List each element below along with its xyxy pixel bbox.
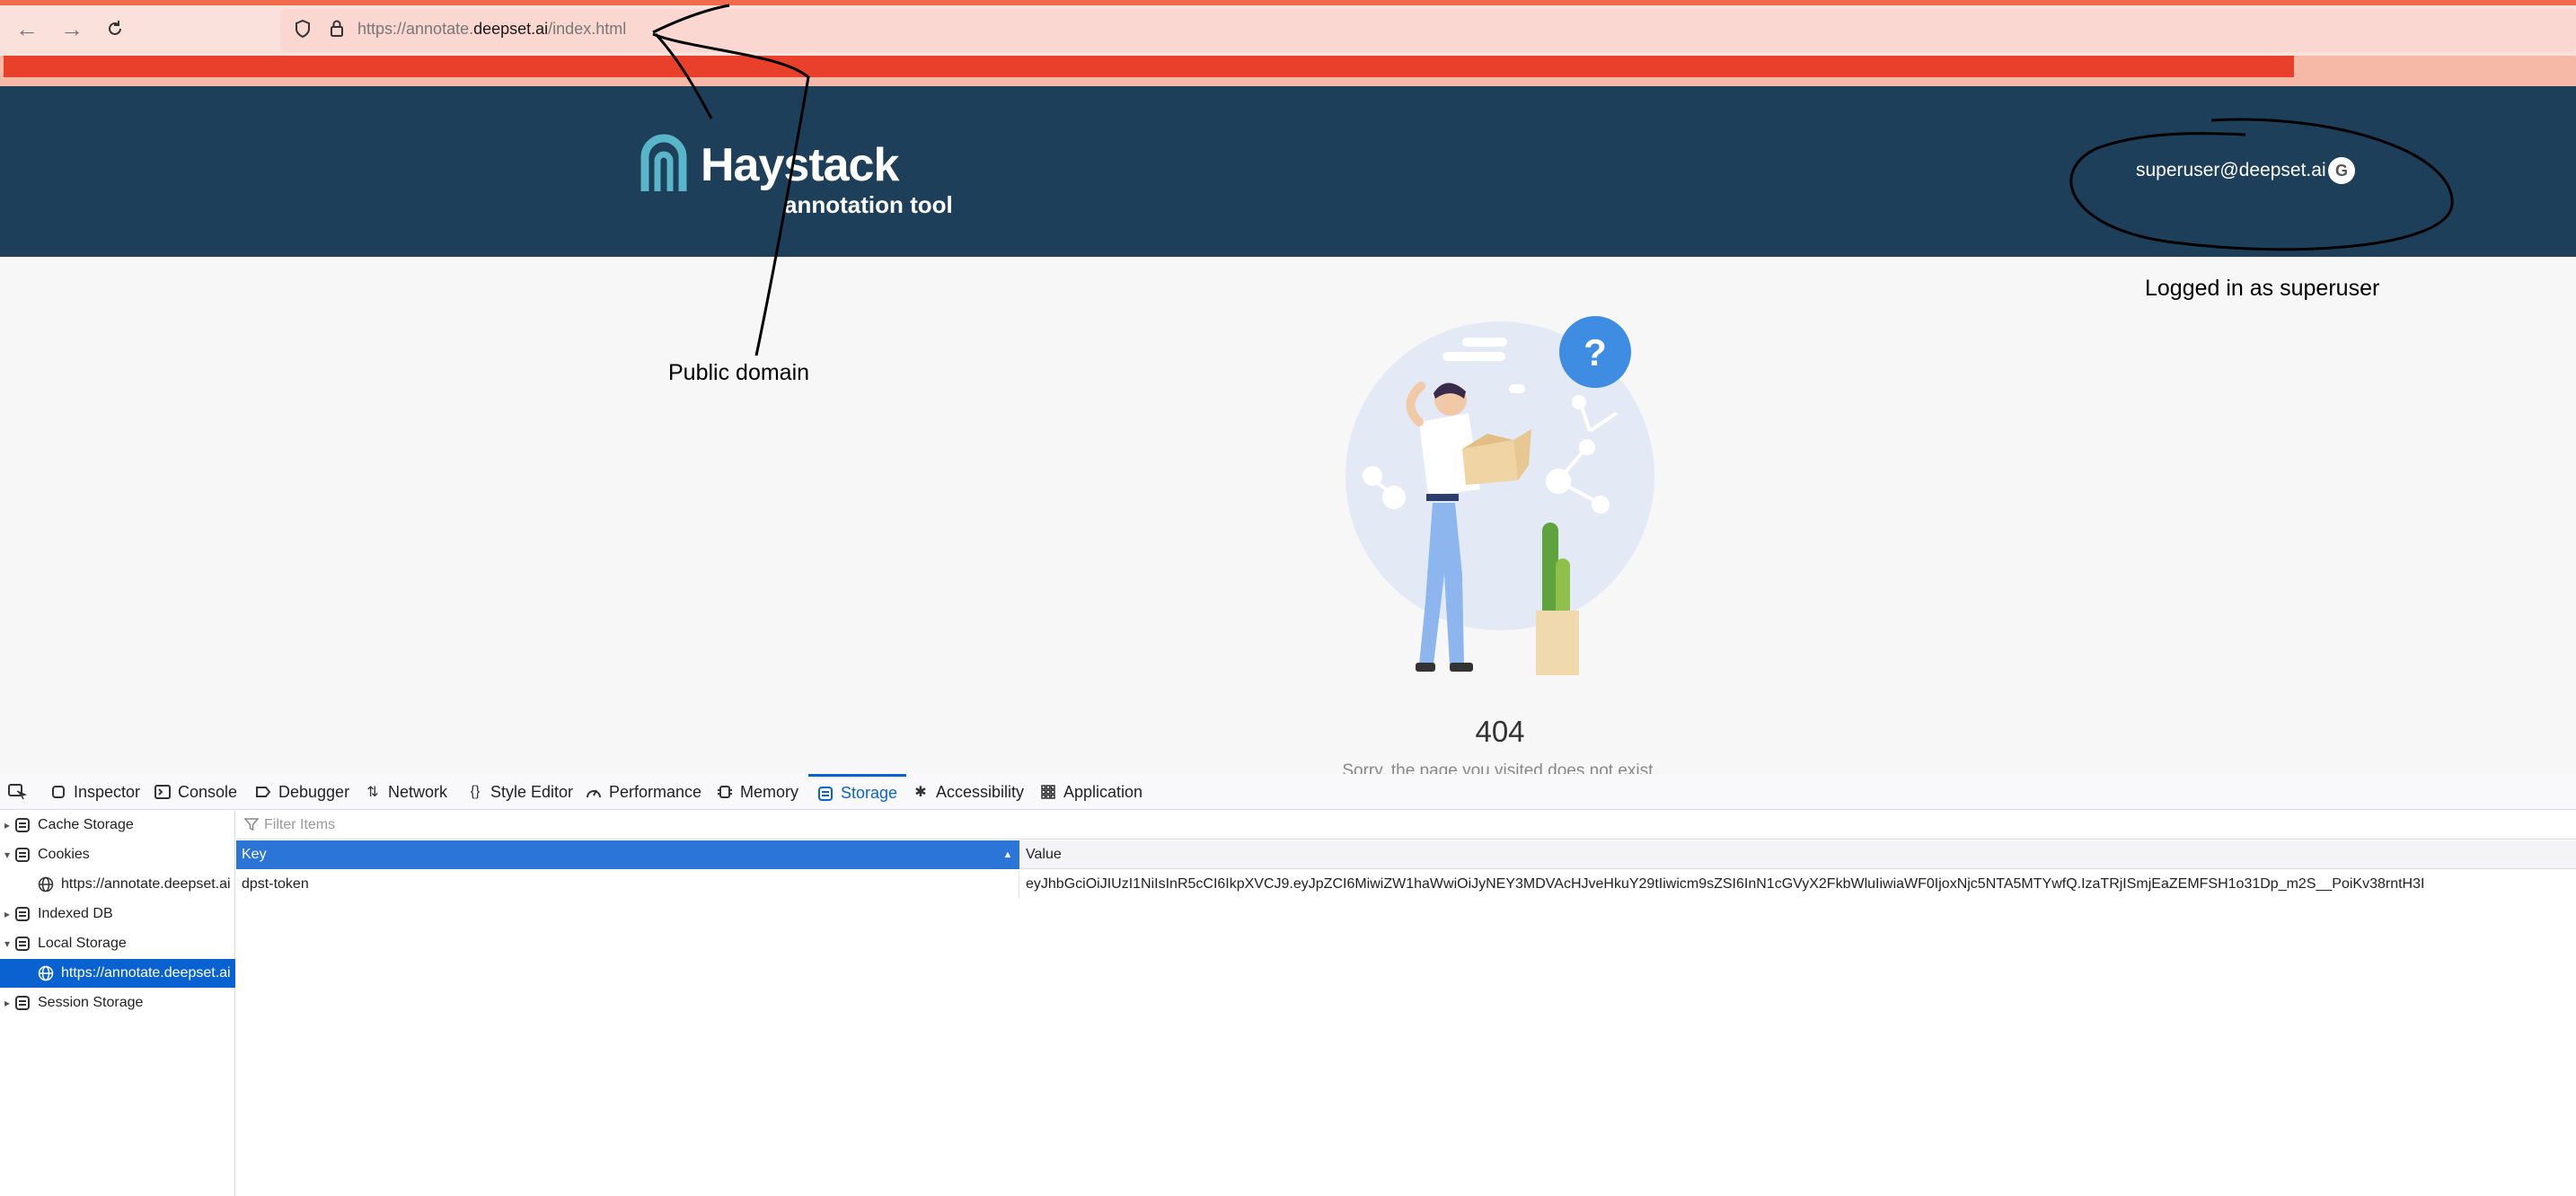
tree-label: https://annotate.deepset.ai bbox=[61, 876, 231, 892]
tab-network[interactable]: ⇅ Network bbox=[365, 774, 447, 810]
debugger-icon bbox=[255, 784, 271, 800]
globe-icon bbox=[38, 876, 54, 893]
shield-icon[interactable] bbox=[289, 15, 316, 42]
logo-title: Haystack bbox=[701, 139, 899, 191]
tab-label: Style Editor bbox=[490, 782, 574, 801]
lock-icon[interactable] bbox=[323, 15, 350, 42]
network-icon: ⇅ bbox=[366, 785, 379, 800]
tab-storage[interactable]: Storage bbox=[808, 774, 907, 810]
tree-label: Session Storage bbox=[38, 995, 144, 1010]
arrow-left-icon: ← bbox=[15, 15, 39, 42]
tab-debugger[interactable]: Debugger bbox=[255, 774, 349, 810]
tab-label: Inspector bbox=[74, 782, 141, 801]
haystack-logo-icon bbox=[638, 130, 690, 195]
tree-item-cache-storage[interactable]: ▸ Cache Storage bbox=[0, 811, 235, 840]
chevron-right-icon[interactable]: ▸ bbox=[0, 997, 14, 1009]
table-cell-key[interactable]: dpst-token bbox=[236, 870, 1019, 899]
storage-icon bbox=[14, 817, 31, 833]
chevron-right-icon[interactable]: ▸ bbox=[0, 908, 14, 920]
svg-text:?: ? bbox=[1584, 331, 1607, 374]
arrow-right-icon: → bbox=[60, 15, 84, 42]
storage-icon bbox=[14, 906, 31, 922]
storage-icon bbox=[14, 936, 31, 952]
inspector-icon bbox=[50, 784, 66, 800]
sort-ascending-icon[interactable]: ▲ bbox=[997, 840, 1019, 869]
globe-icon bbox=[38, 965, 54, 981]
redaction-bar bbox=[4, 56, 2294, 77]
tab-label: Application bbox=[1063, 782, 1143, 801]
tab-label: Accessibility bbox=[936, 782, 1025, 801]
storage-icon bbox=[14, 995, 31, 1011]
forward-button[interactable]: → bbox=[59, 16, 84, 41]
tab-style-editor[interactable]: {} Style Editor bbox=[467, 774, 573, 810]
storage-icon bbox=[14, 847, 31, 863]
style-editor-icon: {} bbox=[470, 784, 481, 799]
tab-label: Storage bbox=[841, 784, 898, 802]
console-icon bbox=[154, 784, 171, 800]
annotation-public-domain: Public domain bbox=[668, 360, 810, 385]
memory-icon bbox=[717, 784, 733, 800]
chevron-down-icon[interactable]: ▾ bbox=[0, 937, 14, 950]
tab-label: Debugger bbox=[278, 782, 350, 801]
tree-label: Local Storage bbox=[38, 936, 127, 951]
google-icon[interactable]: G bbox=[2328, 157, 2355, 184]
user-email: superuser@deepset.ai bbox=[2136, 160, 2326, 180]
tab-application[interactable]: Application bbox=[1040, 774, 1142, 810]
accessibility-icon: ✱ bbox=[914, 785, 927, 800]
column-header-value[interactable]: Value bbox=[1020, 840, 2576, 869]
tab-accessibility[interactable]: ✱ Accessibility bbox=[913, 774, 1024, 810]
tab-label: Performance bbox=[609, 782, 702, 801]
tree-item-local-storage-origin[interactable]: https://annotate.deepset.ai bbox=[0, 959, 235, 988]
filter-input[interactable] bbox=[262, 812, 801, 839]
chevron-right-icon[interactable]: ▸ bbox=[0, 819, 14, 831]
tree-item-cookies[interactable]: ▾ Cookies bbox=[0, 840, 235, 869]
url-prefix: https://annotate. bbox=[357, 20, 474, 38]
performance-icon bbox=[586, 784, 602, 800]
annotation-logged-in: Logged in as superuser bbox=[2145, 276, 2380, 301]
element-picker-icon[interactable] bbox=[7, 783, 28, 801]
column-header-key[interactable]: Key bbox=[236, 840, 1019, 869]
application-icon bbox=[1040, 784, 1056, 800]
url-domain: deepset.ai bbox=[473, 20, 549, 38]
table-cell-value[interactable]: eyJhbGciOiJIUzI1NiIsInR5cCI6IkpXVCJ9.eyJ… bbox=[1020, 870, 2576, 899]
tab-label: Console bbox=[178, 782, 238, 801]
tab-label: Memory bbox=[740, 782, 799, 801]
tree-item-cookies-origin[interactable]: https://annotate.deepset.ai bbox=[0, 870, 235, 899]
reload-button[interactable] bbox=[102, 16, 128, 41]
tree-item-session-storage[interactable]: ▸ Session Storage bbox=[0, 989, 235, 1017]
tree-label: Cookies bbox=[38, 847, 90, 862]
url-path: /index.html bbox=[548, 20, 627, 38]
tab-memory[interactable]: Memory bbox=[717, 774, 798, 810]
error-code: 404 bbox=[1475, 715, 1525, 748]
not-found-illustration: ? bbox=[1329, 305, 1707, 682]
chevron-down-icon[interactable]: ▾ bbox=[0, 849, 14, 861]
storage-icon bbox=[817, 786, 834, 802]
back-button[interactable]: ← bbox=[14, 16, 40, 41]
tree-item-local-storage[interactable]: ▾ Local Storage bbox=[0, 929, 235, 958]
tree-item-indexed-db[interactable]: ▸ Indexed DB bbox=[0, 900, 235, 928]
tab-label: Network bbox=[388, 782, 448, 801]
filter-icon bbox=[243, 817, 260, 831]
tree-label: Indexed DB bbox=[38, 906, 113, 921]
logo-subtitle: annotation tool bbox=[784, 191, 953, 218]
tab-performance[interactable]: Performance bbox=[586, 774, 701, 810]
tab-inspector[interactable]: Inspector bbox=[50, 774, 140, 810]
tree-label: Cache Storage bbox=[38, 817, 134, 832]
tree-label: https://annotate.deepset.ai bbox=[61, 965, 231, 981]
tab-console[interactable]: Console bbox=[154, 774, 237, 810]
reload-icon bbox=[109, 21, 121, 35]
url-text[interactable]: https://annotate.deepset.ai/index.html bbox=[357, 16, 626, 41]
